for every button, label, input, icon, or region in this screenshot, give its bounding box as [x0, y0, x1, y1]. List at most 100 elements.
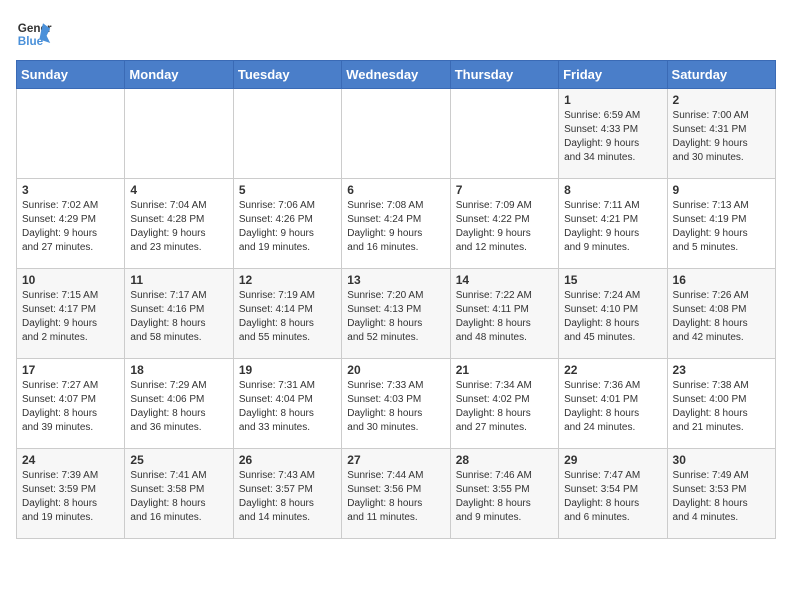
- day-cell: 25Sunrise: 7:41 AM Sunset: 3:58 PM Dayli…: [125, 449, 233, 539]
- day-cell: 29Sunrise: 7:47 AM Sunset: 3:54 PM Dayli…: [559, 449, 667, 539]
- day-cell: 10 Sunrise: 7:15 AM Sunset: 4:17 PM Dayli…: [17, 269, 125, 359]
- day-info: Sunrise: 7:47 AM Sunset: 3:54 PM Dayligh…: [564, 469, 661, 525]
- day-cell: 15Sunrise: 7:24 AM Sunset: 4:10 PM Dayli…: [559, 269, 667, 359]
- day-info: Sunrise: 7:20 AM Sunset: 4:13 PM Dayligh…: [347, 289, 444, 345]
- day-number: 24: [22, 453, 119, 467]
- day-number: 16: [673, 273, 770, 287]
- day-info: Sunrise: 7:27 AM Sunset: 4:07 PM Dayligh…: [22, 379, 119, 435]
- day-cell: 12 Sunrise: 7:19 AM Sunset: 4:14 PM Dayli…: [233, 269, 341, 359]
- day-cell: 1Sunrise: 6:59 AM Sunset: 4:33 PM Daylig…: [559, 89, 667, 179]
- day-cell: 21 Sunrise: 7:34 AM Sunset: 4:02 PM Dayli…: [450, 359, 558, 449]
- day-cell: [125, 89, 233, 179]
- day-number: 26: [239, 453, 336, 467]
- header-tuesday: Tuesday: [233, 61, 341, 89]
- week-row-2: 3Sunrise: 7:02 AM Sunset: 4:29 PM Daylig…: [17, 179, 776, 269]
- day-info: Sunrise: 7:49 AM Sunset: 3:53 PM Dayligh…: [673, 469, 770, 525]
- day-number: 23: [673, 363, 770, 377]
- day-number: 5: [239, 183, 336, 197]
- day-info: Sunrise: 7:41 AM Sunset: 3:58 PM Dayligh…: [130, 469, 227, 525]
- day-info: Sunrise: 7:36 AM Sunset: 4:01 PM Dayligh…: [564, 379, 661, 435]
- day-cell: [233, 89, 341, 179]
- day-cell: 23 Sunrise: 7:38 AM Sunset: 4:00 PM Dayli…: [667, 359, 775, 449]
- day-number: 14: [456, 273, 553, 287]
- day-number: 19: [239, 363, 336, 377]
- day-number: 9: [673, 183, 770, 197]
- day-info: Sunrise: 7:22 AM Sunset: 4:11 PM Dayligh…: [456, 289, 553, 345]
- day-info: Sunrise: 7:15 AM Sunset: 4:17 PM Dayligh…: [22, 289, 119, 345]
- day-number: 4: [130, 183, 227, 197]
- day-info: Sunrise: 7:46 AM Sunset: 3:55 PM Dayligh…: [456, 469, 553, 525]
- day-cell: 20 Sunrise: 7:33 AM Sunset: 4:03 PM Dayli…: [342, 359, 450, 449]
- day-number: 13: [347, 273, 444, 287]
- day-info: Sunrise: 7:33 AM Sunset: 4:03 PM Dayligh…: [347, 379, 444, 435]
- day-cell: 22 Sunrise: 7:36 AM Sunset: 4:01 PM Dayli…: [559, 359, 667, 449]
- week-row-4: 17 Sunrise: 7:27 AM Sunset: 4:07 PM Dayli…: [17, 359, 776, 449]
- day-info: Sunrise: 7:29 AM Sunset: 4:06 PM Dayligh…: [130, 379, 227, 435]
- day-number: 30: [673, 453, 770, 467]
- day-cell: 17 Sunrise: 7:27 AM Sunset: 4:07 PM Dayli…: [17, 359, 125, 449]
- day-number: 2: [673, 93, 770, 107]
- calendar-header-row: SundayMondayTuesdayWednesdayThursdayFrid…: [17, 61, 776, 89]
- logo-icon: General Blue: [16, 16, 52, 52]
- week-row-3: 10 Sunrise: 7:15 AM Sunset: 4:17 PM Dayli…: [17, 269, 776, 359]
- day-info: Sunrise: 7:34 AM Sunset: 4:02 PM Dayligh…: [456, 379, 553, 435]
- day-number: 21: [456, 363, 553, 377]
- day-cell: 16 Sunrise: 7:26 AM Sunset: 4:08 PM Dayli…: [667, 269, 775, 359]
- day-number: 22: [564, 363, 661, 377]
- day-info: Sunrise: 7:06 AM Sunset: 4:26 PM Dayligh…: [239, 199, 336, 255]
- week-row-5: 24 Sunrise: 7:39 AM Sunset: 3:59 PM Dayli…: [17, 449, 776, 539]
- day-cell: 7 Sunrise: 7:09 AM Sunset: 4:22 PM Daylig…: [450, 179, 558, 269]
- day-number: 20: [347, 363, 444, 377]
- day-number: 18: [130, 363, 227, 377]
- day-info: Sunrise: 7:04 AM Sunset: 4:28 PM Dayligh…: [130, 199, 227, 255]
- day-info: Sunrise: 7:26 AM Sunset: 4:08 PM Dayligh…: [673, 289, 770, 345]
- day-cell: 19 Sunrise: 7:31 AM Sunset: 4:04 PM Dayli…: [233, 359, 341, 449]
- header-saturday: Saturday: [667, 61, 775, 89]
- day-cell: 4 Sunrise: 7:04 AM Sunset: 4:28 PM Daylig…: [125, 179, 233, 269]
- day-cell: 13 Sunrise: 7:20 AM Sunset: 4:13 PM Dayli…: [342, 269, 450, 359]
- day-number: 15: [564, 273, 661, 287]
- day-cell: 24 Sunrise: 7:39 AM Sunset: 3:59 PM Dayli…: [17, 449, 125, 539]
- day-cell: 5 Sunrise: 7:06 AM Sunset: 4:26 PM Daylig…: [233, 179, 341, 269]
- day-cell: 27Sunrise: 7:44 AM Sunset: 3:56 PM Dayli…: [342, 449, 450, 539]
- day-info: Sunrise: 7:39 AM Sunset: 3:59 PM Dayligh…: [22, 469, 119, 525]
- day-cell: 3Sunrise: 7:02 AM Sunset: 4:29 PM Daylig…: [17, 179, 125, 269]
- header-thursday: Thursday: [450, 61, 558, 89]
- day-cell: 28 Sunrise: 7:46 AM Sunset: 3:55 PM Dayli…: [450, 449, 558, 539]
- day-info: Sunrise: 7:19 AM Sunset: 4:14 PM Dayligh…: [239, 289, 336, 345]
- day-number: 27: [347, 453, 444, 467]
- day-number: 11: [130, 273, 227, 287]
- day-cell: [450, 89, 558, 179]
- header-wednesday: Wednesday: [342, 61, 450, 89]
- day-info: Sunrise: 7:43 AM Sunset: 3:57 PM Dayligh…: [239, 469, 336, 525]
- day-info: Sunrise: 7:38 AM Sunset: 4:00 PM Dayligh…: [673, 379, 770, 435]
- day-info: Sunrise: 7:13 AM Sunset: 4:19 PM Dayligh…: [673, 199, 770, 255]
- svg-text:Blue: Blue: [18, 35, 44, 48]
- day-cell: 6 Sunrise: 7:08 AM Sunset: 4:24 PM Daylig…: [342, 179, 450, 269]
- header-friday: Friday: [559, 61, 667, 89]
- day-number: 3: [22, 183, 119, 197]
- day-cell: [342, 89, 450, 179]
- day-number: 17: [22, 363, 119, 377]
- day-number: 6: [347, 183, 444, 197]
- day-number: 12: [239, 273, 336, 287]
- week-row-1: 1Sunrise: 6:59 AM Sunset: 4:33 PM Daylig…: [17, 89, 776, 179]
- day-number: 10: [22, 273, 119, 287]
- day-cell: 26 Sunrise: 7:43 AM Sunset: 3:57 PM Dayli…: [233, 449, 341, 539]
- day-info: Sunrise: 7:08 AM Sunset: 4:24 PM Dayligh…: [347, 199, 444, 255]
- header-sunday: Sunday: [17, 61, 125, 89]
- day-info: Sunrise: 7:31 AM Sunset: 4:04 PM Dayligh…: [239, 379, 336, 435]
- day-info: Sunrise: 7:00 AM Sunset: 4:31 PM Dayligh…: [673, 109, 770, 165]
- day-cell: [17, 89, 125, 179]
- day-number: 1: [564, 93, 661, 107]
- day-cell: 8Sunrise: 7:11 AM Sunset: 4:21 PM Daylig…: [559, 179, 667, 269]
- day-cell: 14 Sunrise: 7:22 AM Sunset: 4:11 PM Dayli…: [450, 269, 558, 359]
- day-number: 7: [456, 183, 553, 197]
- day-cell: 30 Sunrise: 7:49 AM Sunset: 3:53 PM Dayli…: [667, 449, 775, 539]
- day-number: 28: [456, 453, 553, 467]
- header-monday: Monday: [125, 61, 233, 89]
- day-cell: 2 Sunrise: 7:00 AM Sunset: 4:31 PM Daylig…: [667, 89, 775, 179]
- day-info: Sunrise: 7:11 AM Sunset: 4:21 PM Dayligh…: [564, 199, 661, 255]
- day-info: Sunrise: 7:09 AM Sunset: 4:22 PM Dayligh…: [456, 199, 553, 255]
- calendar-table: SundayMondayTuesdayWednesdayThursdayFrid…: [16, 60, 776, 539]
